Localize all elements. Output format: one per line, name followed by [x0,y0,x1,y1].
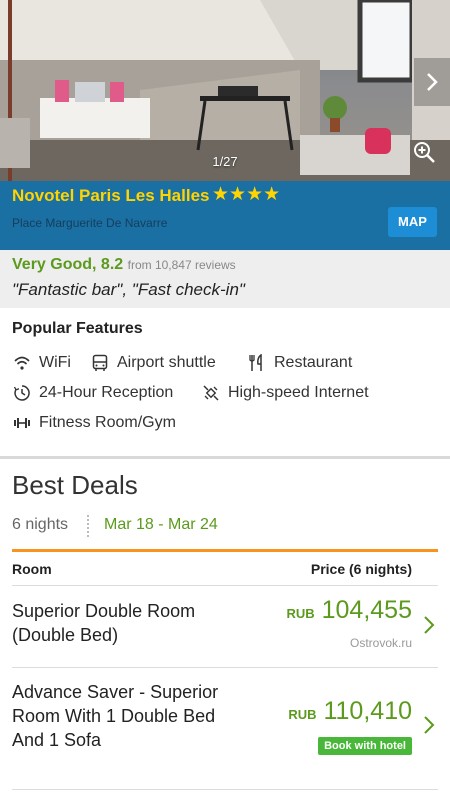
dotted-divider [87,515,89,537]
deals-header-divider [12,549,438,552]
feature-label: Fitness Room/Gym [39,414,176,431]
currency: RUB [286,606,315,621]
column-header-room: Room [12,561,52,577]
feature-label: 24-Hour Reception [39,384,174,401]
next-photo-button[interactable] [414,58,450,106]
feature-24h-reception: 24-Hour Reception [12,383,173,403]
dumbbell-icon [12,413,32,433]
bus-icon [90,353,110,373]
feature-label: Airport shuttle [117,354,216,371]
room-name: Advance Saver - Superior Room With 1 Dou… [12,682,219,750]
date-range[interactable]: Mar 18 - Mar 24 [104,516,218,534]
feature-airport-shuttle: Airport shuttle [90,353,216,373]
chevron-right-icon [427,73,438,91]
satellite-icon [201,383,221,403]
clock-icon [12,383,32,403]
features-title: Popular Features [12,320,143,337]
feature-wifi: WiFi [12,353,71,373]
feature-high-speed-internet: High-speed Internet [201,383,369,403]
wifi-icon [12,353,32,373]
feature-label: High-speed Internet [228,384,369,401]
chevron-right-icon[interactable] [422,715,436,735]
map-button[interactable]: MAP [388,207,437,237]
nights-count[interactable]: 6 nights [12,516,68,534]
book-with-hotel-badge: Book with hotel [318,737,412,755]
feature-label: Restaurant [274,354,353,371]
review-highlights: "Fantastic bar", "Fast check-in" [12,280,245,299]
review-count: from 10,847 reviews [127,258,236,272]
star-rating: ★★★★ [212,184,281,205]
hotel-name: Novotel Paris Les Halles [12,186,210,205]
feature-label: WiFi [39,354,71,371]
column-header-price: Price (6 nights) [310,561,412,577]
price-amount: 104,455 [321,596,412,624]
currency: RUB [288,707,317,722]
price-amount: 110,410 [323,697,412,725]
row-divider [12,789,438,790]
review-score[interactable]: Very Good, 8.2 from 10,847 reviews [12,256,236,274]
photo-counter: 1/27 [212,154,238,169]
deal-price: RUB 110,410 [288,697,412,726]
hotel-address: Place Marguerite De Navarre [12,216,168,230]
chevron-right-icon[interactable] [422,615,436,635]
deal-provider: Ostrovok.ru [349,636,412,650]
deal-price: RUB 104,455 [286,596,412,625]
feature-fitness: Fitness Room/Gym [12,413,176,433]
room-name: Superior Double Room (Double Bed) [12,601,196,645]
row-divider [12,667,438,668]
zoom-in-icon[interactable] [412,140,436,164]
best-deals-title: Best Deals [12,470,138,500]
review-score-label: Very Good, 8.2 [12,256,124,273]
section-divider [0,456,450,459]
feature-restaurant: Restaurant [247,353,352,373]
hotel-photo-gallery[interactable]: 1/27 [0,0,450,181]
restaurant-icon [247,353,267,373]
row-divider [12,585,438,586]
